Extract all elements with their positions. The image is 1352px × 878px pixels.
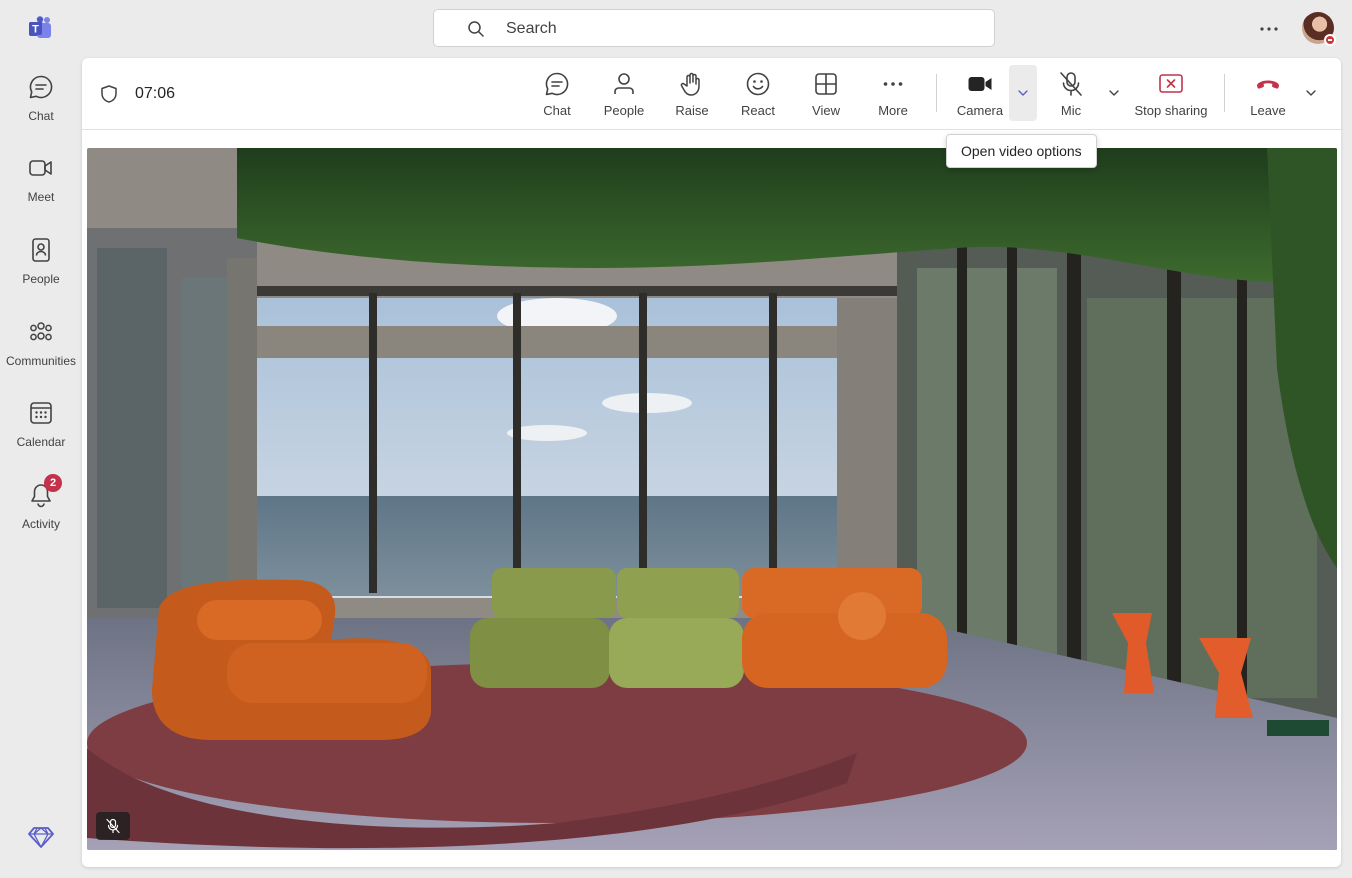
- rail-label: Activity: [21, 517, 60, 531]
- premium-diamond-icon[interactable]: [28, 824, 54, 850]
- chat-icon: [545, 72, 569, 96]
- contact-card-icon: [32, 238, 50, 262]
- view-button[interactable]: View: [806, 70, 846, 120]
- grid-view-icon: [815, 73, 837, 95]
- video-options-dropdown[interactable]: [1009, 65, 1037, 121]
- hang-up-icon: [1257, 80, 1279, 89]
- participant-muted-indicator: [96, 812, 130, 840]
- room-background-image: [87, 148, 1337, 850]
- chat-button[interactable]: Chat: [537, 70, 577, 120]
- chat-label: Chat: [543, 103, 571, 118]
- raise-hand-button[interactable]: Raise: [671, 70, 713, 120]
- stop-share-icon: [1159, 74, 1183, 93]
- camera-label: Camera: [956, 103, 1004, 118]
- calendar-icon: [30, 402, 52, 424]
- toolbar-divider: [936, 74, 937, 112]
- view-label: View: [812, 103, 840, 118]
- react-label: React: [741, 103, 775, 118]
- video-options-tooltip: Open video options: [946, 134, 1097, 168]
- more-button[interactable]: More: [873, 70, 913, 120]
- rail-item-activity[interactable]: 2 Activity: [0, 474, 82, 551]
- shield-icon[interactable]: [99, 84, 119, 104]
- meeting-toolbar: 07:06 Chat People Raise React View More …: [82, 58, 1341, 130]
- react-button[interactable]: React: [738, 70, 778, 120]
- rail-item-calendar[interactable]: Calendar: [0, 399, 82, 469]
- video-camera-icon: [29, 160, 52, 176]
- avatar[interactable]: [1302, 12, 1336, 46]
- mic-label: Mic: [1060, 103, 1082, 118]
- rail-label: Communities: [5, 354, 77, 368]
- rail-label: People: [22, 272, 60, 286]
- leave-label: Leave: [1250, 103, 1286, 118]
- stop-sharing-button[interactable]: Stop sharing: [1134, 70, 1208, 120]
- rail-label: Chat: [28, 109, 54, 123]
- person-icon: [614, 73, 634, 94]
- rail-item-meet[interactable]: Meet: [0, 154, 82, 224]
- rail-item-communities[interactable]: Communities: [0, 318, 82, 388]
- mic-off-icon: [106, 818, 120, 834]
- video-camera-icon: [968, 77, 992, 91]
- ellipsis-icon: [883, 82, 903, 86]
- search-icon: [468, 21, 484, 37]
- people-label: People: [603, 103, 645, 118]
- rail-label: Calendar: [16, 435, 66, 449]
- mic-options-dropdown[interactable]: [1100, 65, 1128, 121]
- more-options-icon[interactable]: [1256, 16, 1282, 42]
- busy-status-icon: [1324, 34, 1336, 46]
- people-button[interactable]: People: [599, 70, 649, 120]
- rail-item-chat[interactable]: Chat: [0, 73, 82, 143]
- notification-badge: 2: [44, 474, 62, 492]
- mic-off-icon: [1060, 72, 1082, 96]
- shared-video-stage[interactable]: [87, 148, 1337, 850]
- stop-sharing-label: Stop sharing: [1134, 103, 1208, 118]
- leave-button[interactable]: Leave: [1248, 70, 1288, 120]
- search-box[interactable]: Search: [433, 9, 995, 47]
- chevron-down-icon: [1018, 90, 1028, 96]
- toolbar-divider: [1224, 74, 1225, 112]
- chat-icon: [29, 75, 53, 99]
- search-placeholder: Search: [506, 20, 557, 37]
- camera-button[interactable]: Camera: [954, 70, 1006, 120]
- teams-logo-icon[interactable]: T: [27, 16, 55, 42]
- more-label: More: [878, 103, 908, 118]
- smiley-icon: [746, 72, 770, 96]
- meeting-timer: 07:06: [135, 85, 176, 102]
- rail-label: Meet: [27, 190, 55, 204]
- chevron-down-icon: [1109, 90, 1119, 96]
- chevron-down-icon: [1306, 90, 1316, 96]
- leave-options-dropdown[interactable]: [1297, 65, 1325, 121]
- raise-hand-icon: [680, 72, 700, 96]
- mic-button[interactable]: Mic: [1056, 70, 1086, 120]
- rail-item-people[interactable]: People: [0, 236, 82, 306]
- svg-text:T: T: [32, 24, 39, 36]
- communities-icon: [30, 322, 52, 341]
- raise-label: Raise: [675, 103, 709, 118]
- app-rail: T Chat Meet People Communities Calendar …: [0, 0, 82, 878]
